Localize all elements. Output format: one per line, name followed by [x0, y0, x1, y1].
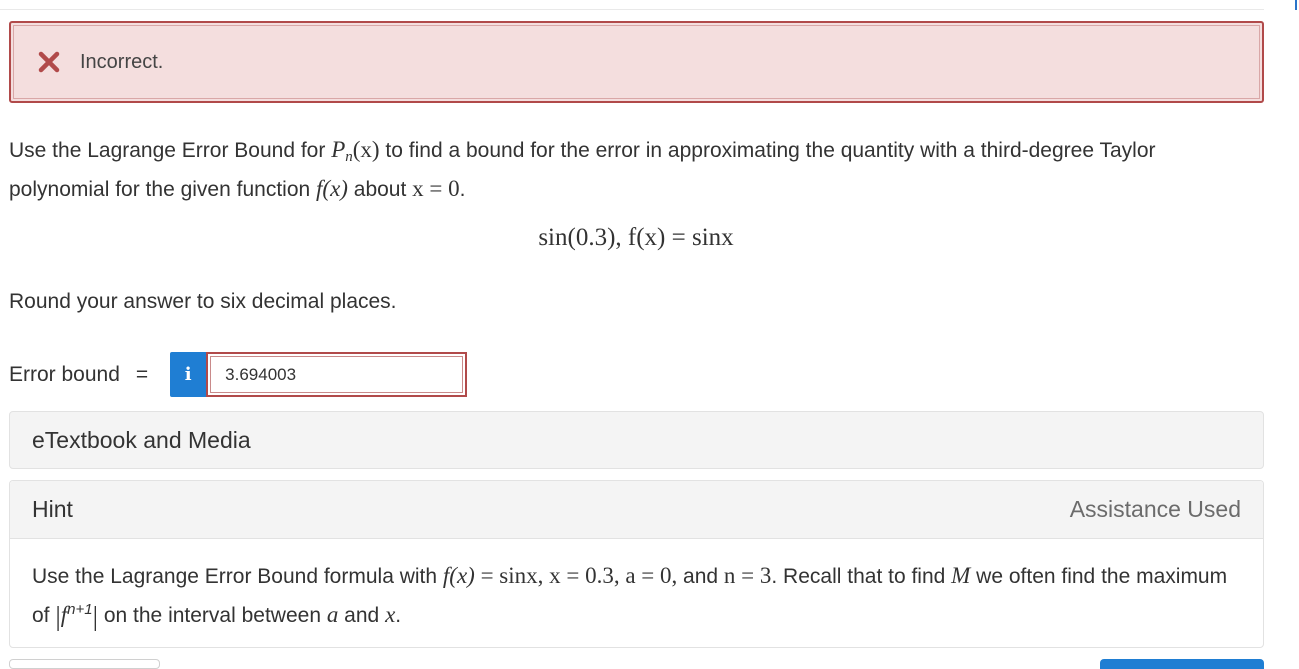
scroll-indicator — [1295, 0, 1297, 10]
incorrect-alert-inner: Incorrect. — [13, 25, 1260, 99]
etextbook-panel[interactable]: eTextbook and Media — [9, 411, 1264, 469]
hint-n: n = — [723, 563, 760, 588]
hint-body: Use the Lagrange Error Bound formula wit… — [32, 563, 1228, 631]
question-text: Use the Lagrange Error Bound for Pn(x) t… — [9, 137, 1156, 201]
alert-text: Incorrect. — [80, 50, 164, 73]
hint-values: = sinx, x = 0.3, a = 0, — [474, 563, 684, 588]
expression: sin(0.3), f(x) = sinx — [538, 224, 734, 251]
info-icon[interactable]: i — [170, 352, 207, 397]
hint-panel: Hint Assistance Used Use the Lagrange Er… — [9, 480, 1264, 648]
top-divider — [0, 9, 1264, 10]
taylor-poly-notation: Pn(x) — [331, 137, 380, 165]
secondary-button[interactable] — [9, 659, 160, 669]
etextbook-label: eTextbook and Media — [32, 426, 251, 453]
hint-title: Hint — [32, 496, 73, 522]
hint-M: M — [951, 563, 971, 588]
incorrect-alert: Incorrect. — [9, 21, 1264, 103]
answer-input[interactable]: 3.694003 — [206, 352, 468, 397]
hint-header[interactable]: Hint Assistance Used — [10, 481, 1263, 539]
answer-value[interactable]: 3.694003 — [210, 356, 464, 393]
function-notation: f(x) — [316, 176, 348, 201]
rounding-instruction: Round your answer to six decimal places. — [9, 290, 397, 313]
assistance-used-label: Assistance Used — [1069, 496, 1241, 522]
question-part-3: about — [347, 178, 413, 201]
answer-row: Error bound = i 3.694003 — [9, 352, 468, 397]
x-icon — [38, 51, 60, 73]
question-part-1: Use the Lagrange Error Bound for — [9, 139, 332, 162]
primary-button[interactable] — [1100, 659, 1264, 669]
answer-label: Error bound — [9, 362, 120, 386]
hint-fx: f(x) — [442, 563, 475, 588]
equals-sign: = — [135, 362, 149, 386]
center-point: x = 0 — [412, 176, 460, 201]
